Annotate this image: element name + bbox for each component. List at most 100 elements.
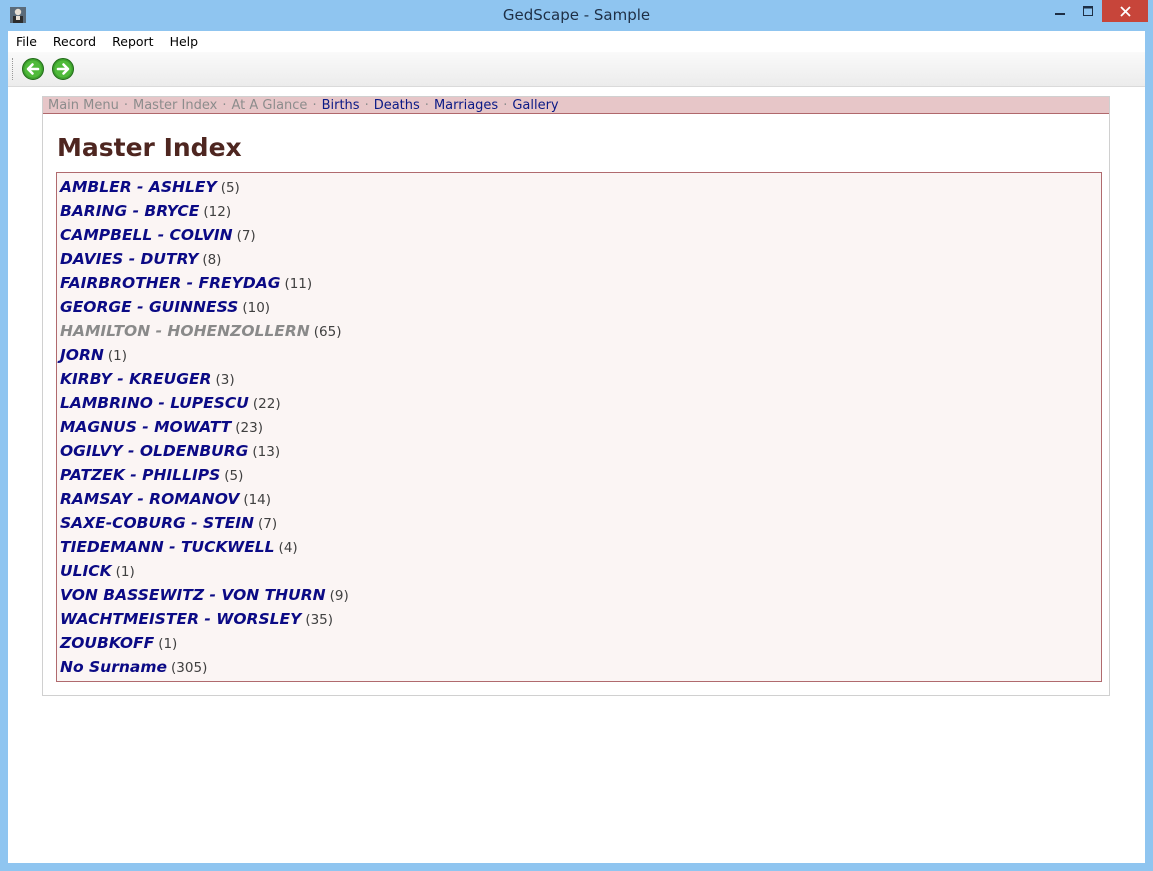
index-count: (14) <box>243 492 272 508</box>
browser-content: Main Menu · Master Index · At A Glance ·… <box>8 88 1145 863</box>
maximize-icon <box>1083 6 1093 16</box>
index-link[interactable]: ULICK <box>60 562 112 580</box>
index-count: (9) <box>329 588 349 604</box>
index-link[interactable]: FAIRBROTHER - FREYDAG <box>60 274 280 292</box>
back-arrow-icon[interactable] <box>21 57 45 81</box>
index-count: (35) <box>305 612 334 628</box>
menu-record[interactable]: Record <box>45 34 104 49</box>
nav-link-gallery[interactable]: Gallery <box>512 98 558 113</box>
index-link[interactable]: MAGNUS - MOWATT <box>60 418 231 436</box>
page-title: Master Index <box>57 133 242 162</box>
index-link[interactable]: KIRBY - KREUGER <box>60 370 212 388</box>
minimize-button[interactable] <box>1046 0 1074 22</box>
index-link[interactable]: RAMSAY - ROMANOV <box>60 490 239 508</box>
nav-separator: · <box>123 97 128 113</box>
client-area: File Record Report Help Main Menu · Mast… <box>8 31 1145 863</box>
index-row: BARING - BRYCE (12) <box>57 199 1101 223</box>
index-row: WACHTMEISTER - WORSLEY (35) <box>57 607 1101 631</box>
nav-separator: · <box>222 97 227 113</box>
app-window: GedScape - Sample File Record Report Hel… <box>0 0 1153 871</box>
index-row: AMBLER - ASHLEY (5) <box>57 175 1101 199</box>
index-row: MAGNUS - MOWATT (23) <box>57 415 1101 439</box>
index-count: (4) <box>278 540 298 556</box>
index-row: ZOUBKOFF (1) <box>57 631 1101 655</box>
minimize-icon <box>1055 13 1065 15</box>
index-row: LAMBRINO - LUPESCU (22) <box>57 391 1101 415</box>
close-icon <box>1119 5 1131 17</box>
index-row: ULICK (1) <box>57 559 1101 583</box>
index-link[interactable]: WACHTMEISTER - WORSLEY <box>60 610 301 628</box>
nav-separator: · <box>503 97 508 113</box>
index-link[interactable]: VON BASSEWITZ - VON THURN <box>60 586 326 604</box>
index-row: RAMSAY - ROMANOV (14) <box>57 487 1101 511</box>
index-link[interactable]: CAMPBELL - COLVIN <box>60 226 233 244</box>
index-link[interactable]: LAMBRINO - LUPESCU <box>60 394 249 412</box>
index-count: (10) <box>242 300 271 316</box>
index-row: OGILVY - OLDENBURG (13) <box>57 439 1101 463</box>
nav-link-main-menu[interactable]: Main Menu <box>48 98 119 113</box>
index-row: FAIRBROTHER - FREYDAG (11) <box>57 271 1101 295</box>
index-count: (1) <box>158 636 178 652</box>
index-link[interactable]: JORN <box>60 346 104 364</box>
toolbar <box>8 52 1145 87</box>
index-link[interactable]: SAXE-COBURG - STEIN <box>60 514 254 532</box>
index-link-visited[interactable]: HAMILTON - HOHENZOLLERN <box>60 322 310 340</box>
toolbar-grip[interactable] <box>12 58 15 80</box>
menu-report[interactable]: Report <box>104 34 161 49</box>
index-link[interactable]: PATZEK - PHILLIPS <box>60 466 220 484</box>
index-count: (11) <box>284 276 313 292</box>
index-link[interactable]: OGILVY - OLDENBURG <box>60 442 248 460</box>
breadcrumb-nav: Main Menu · Master Index · At A Glance ·… <box>43 97 1109 114</box>
nav-link-deaths[interactable]: Deaths <box>374 98 420 113</box>
master-index-list: AMBLER - ASHLEY (5) BARING - BRYCE (12) CA… <box>56 172 1102 682</box>
page-frame: Main Menu · Master Index · At A Glance ·… <box>42 96 1110 696</box>
index-link[interactable]: No Surname <box>60 658 167 676</box>
index-count: (23) <box>235 420 263 436</box>
index-count: (12) <box>203 204 232 220</box>
index-row: No Surname (305) <box>57 655 1101 679</box>
index-link[interactable]: AMBLER - ASHLEY <box>60 178 217 196</box>
index-count: (7) <box>258 516 278 532</box>
index-row: JORN (1) <box>57 343 1101 367</box>
nav-separator: · <box>424 97 429 113</box>
title-bar[interactable]: GedScape - Sample <box>0 0 1153 31</box>
index-count: (65) <box>313 324 342 340</box>
index-link[interactable]: BARING - BRYCE <box>60 202 199 220</box>
index-count: (5) <box>224 468 244 484</box>
nav-separator: · <box>312 97 317 113</box>
index-row: DAVIES - DUTRY (8) <box>57 247 1101 271</box>
menu-help[interactable]: Help <box>162 34 207 49</box>
nav-link-marriages[interactable]: Marriages <box>434 98 498 113</box>
nav-separator: · <box>364 97 369 113</box>
index-link[interactable]: GEORGE - GUINNESS <box>60 298 238 316</box>
index-row: GEORGE - GUINNESS (10) <box>57 295 1101 319</box>
index-link[interactable]: ZOUBKOFF <box>60 634 154 652</box>
index-count: (305) <box>171 660 208 676</box>
index-link[interactable]: DAVIES - DUTRY <box>60 250 198 268</box>
close-button[interactable] <box>1102 0 1148 22</box>
index-row: PATZEK - PHILLIPS (5) <box>57 463 1101 487</box>
index-row: VON BASSEWITZ - VON THURN (9) <box>57 583 1101 607</box>
index-link[interactable]: TIEDEMANN - TUCKWELL <box>60 538 275 556</box>
index-row: TIEDEMANN - TUCKWELL (4) <box>57 535 1101 559</box>
index-count: (3) <box>215 372 235 388</box>
index-row: HAMILTON - HOHENZOLLERN (65) <box>57 319 1101 343</box>
index-row: SAXE-COBURG - STEIN (7) <box>57 511 1101 535</box>
index-count: (22) <box>252 396 281 412</box>
index-row: CAMPBELL - COLVIN (7) <box>57 223 1101 247</box>
index-count: (8) <box>202 252 222 268</box>
nav-link-births[interactable]: Births <box>322 98 360 113</box>
index-count: (13) <box>252 444 281 460</box>
index-count: (1) <box>115 564 135 580</box>
index-count: (7) <box>236 228 256 244</box>
index-count: (5) <box>220 180 240 196</box>
menu-bar: File Record Report Help <box>8 31 1145 52</box>
nav-link-master-index[interactable]: Master Index <box>133 98 217 113</box>
window-title: GedScape - Sample <box>502 6 651 24</box>
index-row: KIRBY - KREUGER (3) <box>57 367 1101 391</box>
maximize-button[interactable] <box>1074 0 1102 22</box>
index-count: (1) <box>107 348 127 364</box>
nav-link-at-a-glance[interactable]: At A Glance <box>231 98 307 113</box>
forward-arrow-icon[interactable] <box>51 57 75 81</box>
menu-file[interactable]: File <box>8 34 45 49</box>
